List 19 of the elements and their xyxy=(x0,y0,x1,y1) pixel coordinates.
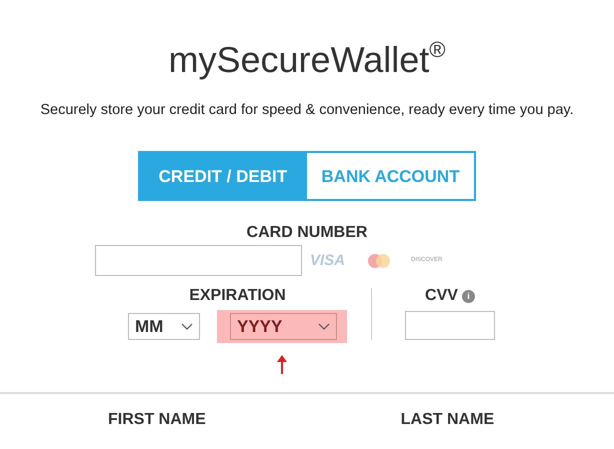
field-label: CVV xyxy=(425,288,458,304)
field-label: FIRST NAME xyxy=(108,410,206,430)
field-label: CARD NUMBER xyxy=(246,224,368,242)
mastercard-logo xyxy=(367,252,392,269)
tab[interactable]: BANK ACCOUNT xyxy=(305,151,476,202)
select-field[interactable]: MM xyxy=(128,313,200,340)
caret-icon xyxy=(318,322,330,331)
tab[interactable]: CREDIT / DEBIT xyxy=(138,151,308,202)
app-title: mySecureWallet$^{®}$ xyxy=(168,39,446,80)
tagline: Securely store your credit card for speed & convenience, ready every time you pay. xyxy=(40,102,574,118)
visa-logo: VISA xyxy=(310,250,346,271)
caret-icon xyxy=(181,322,193,331)
field-label: LAST NAME xyxy=(400,410,494,430)
select-field[interactable]: YYYY xyxy=(230,313,337,340)
card-number-field[interactable] xyxy=(95,245,302,276)
cvv-field[interactable] xyxy=(405,311,495,340)
info-icon[interactable]: i xyxy=(462,290,475,303)
arrow-icon xyxy=(276,355,286,374)
field-label: EXPIRATION xyxy=(189,288,286,304)
